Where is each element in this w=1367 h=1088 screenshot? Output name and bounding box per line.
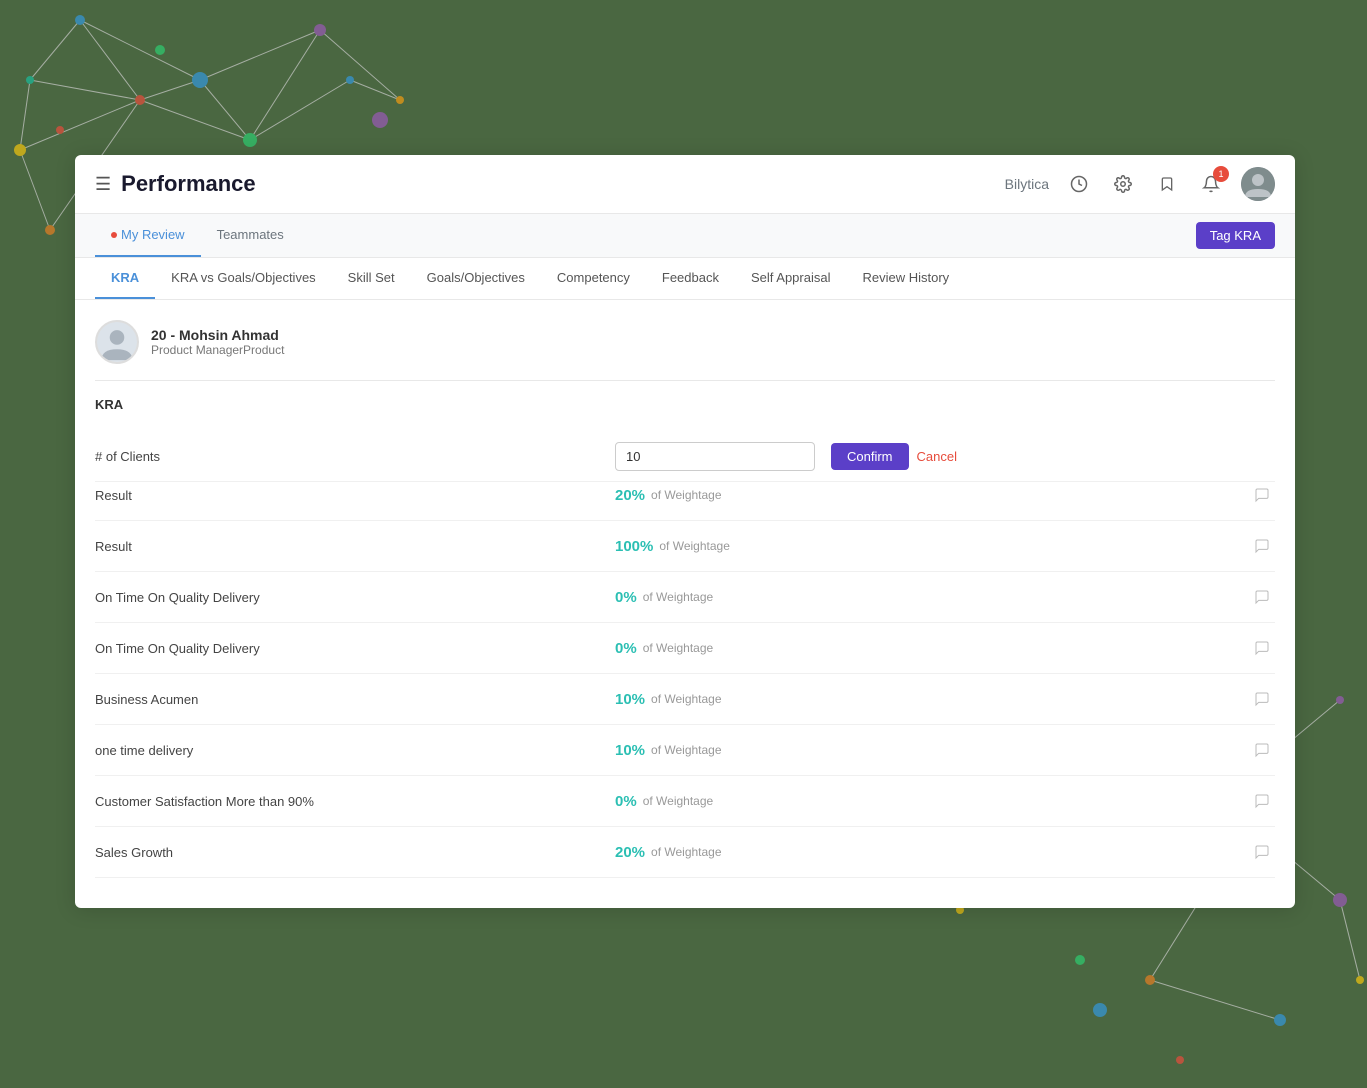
table-row: Result 100% of Weightage xyxy=(95,521,1275,572)
hamburger-icon[interactable]: ☰ xyxy=(95,174,111,195)
table-row: On Time On Quality Delivery 0% of Weight… xyxy=(95,572,1275,623)
kra-percent: 20% xyxy=(615,487,645,504)
comment-icon[interactable] xyxy=(1249,686,1275,712)
comment-icon[interactable] xyxy=(1249,584,1275,610)
table-row: one time delivery 10% of Weightage xyxy=(95,725,1275,776)
client-input-row: # of Clients Confirm Cancel xyxy=(95,432,1275,482)
kra-row-label: Sales Growth xyxy=(95,845,615,860)
sub-header: My Review Teammates Tag KRA xyxy=(75,214,1295,258)
kra-percent: 0% xyxy=(615,793,637,810)
notification-icon[interactable]: 1 xyxy=(1197,170,1225,198)
kra-row-label: Result xyxy=(95,539,615,554)
kra-row-value: 20% of Weightage xyxy=(615,487,1249,504)
tab-review-history[interactable]: Review History xyxy=(846,258,965,299)
tab-kra[interactable]: KRA xyxy=(95,258,155,299)
content-area: 20 - Mohsin Ahmad Product ManagerProduct… xyxy=(75,300,1295,908)
kra-row-value: 10% of Weightage xyxy=(615,691,1249,708)
kra-weightage: of Weightage xyxy=(659,539,730,553)
settings-icon[interactable] xyxy=(1109,170,1137,198)
kra-rows-container: Result 20% of Weightage Result 100% of W… xyxy=(95,482,1275,878)
tab-self-appraisal[interactable]: Self Appraisal xyxy=(735,258,847,299)
nav-tabs: KRA KRA vs Goals/Objectives Skill Set Go… xyxy=(75,258,1295,300)
kra-percent: 0% xyxy=(615,640,637,657)
kra-percent: 10% xyxy=(615,742,645,759)
user-info: 20 - Mohsin Ahmad Product ManagerProduct xyxy=(95,320,1275,364)
kra-row-value: 10% of Weightage xyxy=(615,742,1249,759)
kra-weightage: of Weightage xyxy=(651,488,722,502)
user-details: 20 - Mohsin Ahmad Product ManagerProduct xyxy=(151,327,284,357)
kra-weightage: of Weightage xyxy=(651,845,722,859)
kra-row-label: On Time On Quality Delivery xyxy=(95,590,615,605)
kra-percent: 10% xyxy=(615,691,645,708)
tab-kra-vs-goals[interactable]: KRA vs Goals/Objectives xyxy=(155,258,332,299)
table-row: On Time On Quality Delivery 0% of Weight… xyxy=(95,623,1275,674)
kra-row-value: 20% of Weightage xyxy=(615,844,1249,861)
table-row: Sales Growth 20% of Weightage xyxy=(95,827,1275,878)
kra-percent: 100% xyxy=(615,538,653,555)
kra-row-value: 0% of Weightage xyxy=(615,589,1249,606)
app-header: ☰ Performance Bilytica xyxy=(75,155,1295,214)
kra-weightage: of Weightage xyxy=(651,743,722,757)
kra-row-label: Business Acumen xyxy=(95,692,615,707)
sub-tabs: My Review Teammates xyxy=(95,214,300,257)
user-name: 20 - Mohsin Ahmad xyxy=(151,327,284,343)
brand-name: Bilytica xyxy=(1005,176,1049,192)
table-row: Business Acumen 10% of Weightage xyxy=(95,674,1275,725)
comment-icon[interactable] xyxy=(1249,482,1275,508)
divider xyxy=(95,380,1275,381)
tab-competency[interactable]: Competency xyxy=(541,258,646,299)
tab-feedback[interactable]: Feedback xyxy=(646,258,735,299)
confirm-button[interactable]: Confirm xyxy=(831,443,909,470)
kra-row-label: On Time On Quality Delivery xyxy=(95,641,615,656)
bookmark-icon[interactable] xyxy=(1153,170,1181,198)
app-card: ☰ Performance Bilytica xyxy=(75,155,1295,908)
kra-row-label: Customer Satisfaction More than 90% xyxy=(95,794,615,809)
kra-section-title: KRA xyxy=(95,397,1275,412)
kra-weightage: of Weightage xyxy=(643,794,714,808)
tab-my-review[interactable]: My Review xyxy=(95,214,201,257)
user-avatar[interactable] xyxy=(1241,167,1275,201)
fire-dot xyxy=(111,232,117,238)
kra-percent: 0% xyxy=(615,589,637,606)
kra-weightage: of Weightage xyxy=(643,590,714,604)
app-title: Performance xyxy=(121,171,256,197)
user-role: Product ManagerProduct xyxy=(151,343,284,357)
comment-icon[interactable] xyxy=(1249,533,1275,559)
comment-icon[interactable] xyxy=(1249,788,1275,814)
tag-kra-button[interactable]: Tag KRA xyxy=(1196,222,1275,249)
clock-icon[interactable] xyxy=(1065,170,1093,198)
comment-icon[interactable] xyxy=(1249,635,1275,661)
tab-teammates[interactable]: Teammates xyxy=(201,214,300,257)
kra-row-label: one time delivery xyxy=(95,743,615,758)
table-row: Result 20% of Weightage xyxy=(95,482,1275,521)
cancel-button[interactable]: Cancel xyxy=(917,449,957,464)
kra-weightage: of Weightage xyxy=(651,692,722,706)
comment-icon[interactable] xyxy=(1249,737,1275,763)
kra-table: # of Clients Confirm Cancel Result 20% o… xyxy=(95,432,1275,878)
user-picture xyxy=(95,320,139,364)
kra-row-value: 0% of Weightage xyxy=(615,640,1249,657)
kra-row-value: 100% of Weightage xyxy=(615,538,1249,555)
header-right: Bilytica xyxy=(1005,167,1275,201)
client-input[interactable] xyxy=(615,442,815,471)
table-row: Customer Satisfaction More than 90% 0% o… xyxy=(95,776,1275,827)
kra-percent: 20% xyxy=(615,844,645,861)
kra-row-value: 0% of Weightage xyxy=(615,793,1249,810)
comment-icon[interactable] xyxy=(1249,839,1275,865)
tab-goals-objectives[interactable]: Goals/Objectives xyxy=(411,258,541,299)
kra-row-label: Result xyxy=(95,488,615,503)
client-label: # of Clients xyxy=(95,449,615,464)
kra-weightage: of Weightage xyxy=(643,641,714,655)
tab-skill-set[interactable]: Skill Set xyxy=(332,258,411,299)
notification-badge: 1 xyxy=(1213,166,1229,182)
header-left: ☰ Performance xyxy=(95,171,256,197)
